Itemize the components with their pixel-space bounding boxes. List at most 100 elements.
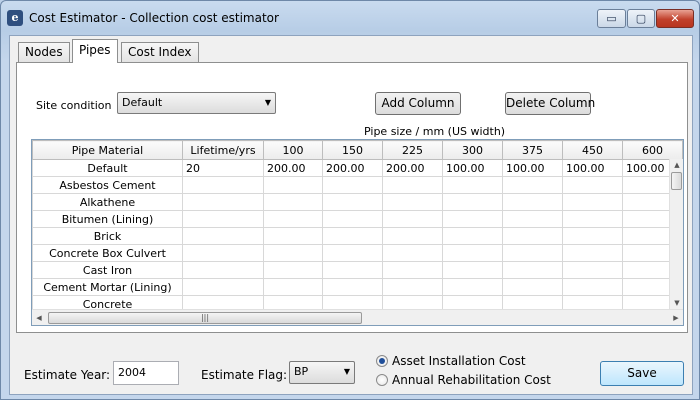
horizontal-scrollbar[interactable]: ◀ ||| ▶ (32, 309, 683, 325)
table-row: Alkathene (32, 193, 683, 211)
horizontal-scroll-thumb[interactable]: ||| (48, 312, 362, 324)
grid-cell[interactable] (502, 227, 563, 245)
delete-column-button[interactable]: Delete Column (505, 92, 595, 115)
grid-cell[interactable] (562, 193, 623, 211)
scroll-right-icon[interactable]: ▶ (669, 310, 683, 325)
grid-cell[interactable] (263, 278, 323, 296)
grid-cell[interactable] (382, 193, 443, 211)
radio-annual-rehabilitation[interactable]: Annual Rehabilitation Cost (376, 373, 551, 387)
grid-cell[interactable] (182, 176, 264, 194)
grid-cell[interactable] (382, 261, 443, 279)
grid-cell[interactable]: 100.00 (442, 159, 503, 177)
grid-cell[interactable] (382, 176, 443, 194)
column-header[interactable]: Lifetime/yrs (182, 140, 264, 160)
grid-cell[interactable] (382, 278, 443, 296)
radio-asset-installation[interactable]: Asset Installation Cost (376, 354, 526, 368)
grid-cell[interactable] (502, 193, 563, 211)
grid-cell[interactable] (442, 210, 503, 228)
column-header[interactable]: 150 (322, 140, 383, 160)
maximize-button[interactable]: ▢ (627, 9, 655, 28)
radio-asset-installation-icon[interactable] (376, 355, 388, 367)
tab-cost-index[interactable]: Cost Index (121, 42, 199, 63)
site-condition-label: Site condition (36, 99, 112, 112)
column-header[interactable]: 225 (382, 140, 443, 160)
grid-cell[interactable] (263, 261, 323, 279)
grid-cell[interactable] (442, 176, 503, 194)
grid-cell[interactable] (562, 278, 623, 296)
grid-cell[interactable] (382, 210, 443, 228)
grid-cell[interactable] (562, 227, 623, 245)
pipes-panel: Site condition Default ▼ Add Column Dele… (16, 62, 688, 333)
save-button[interactable]: Save (600, 361, 684, 386)
estimate-flag-select[interactable]: BP ▼ (289, 361, 355, 384)
add-column-button[interactable]: Add Column (375, 92, 461, 115)
table-row: Default 20 200.00 200.00 200.00 100.00 100.00 1… (32, 159, 683, 177)
grid-cell[interactable] (182, 227, 264, 245)
scroll-up-icon[interactable]: ▲ (670, 159, 683, 171)
grid-cell[interactable]: 200.00 (322, 159, 383, 177)
grid-cell[interactable] (442, 278, 503, 296)
grid-cell[interactable]: 20 (182, 159, 264, 177)
grid-cell[interactable] (442, 244, 503, 262)
cost-estimator-window: e Cost Estimator - Collection cost estim… (0, 0, 700, 400)
grid-cell[interactable] (442, 227, 503, 245)
grid-cell[interactable] (182, 261, 264, 279)
grid-cell[interactable] (263, 210, 323, 228)
grid-cell[interactable] (502, 176, 563, 194)
column-header[interactable]: 300 (442, 140, 503, 160)
grid-cell[interactable] (382, 227, 443, 245)
row-header-material: Bitumen (Lining) (32, 210, 183, 228)
tab-pipes[interactable]: Pipes (72, 39, 118, 63)
grid-cell[interactable] (182, 210, 264, 228)
vertical-scrollbar[interactable]: ▲ ▼ (669, 159, 683, 309)
grid-cell[interactable] (263, 244, 323, 262)
column-header[interactable]: 100 (263, 140, 323, 160)
grid-cell[interactable] (442, 193, 503, 211)
scroll-down-icon[interactable]: ▼ (670, 297, 683, 309)
column-header[interactable]: 600 (622, 140, 683, 160)
vertical-scroll-thumb[interactable] (671, 172, 682, 190)
grid-cell[interactable] (263, 227, 323, 245)
grid-cell[interactable] (263, 193, 323, 211)
close-button[interactable]: ✕ (656, 9, 694, 28)
minimize-button[interactable]: ▭ (597, 9, 626, 28)
grid-cell[interactable] (562, 261, 623, 279)
grid-cell[interactable] (502, 244, 563, 262)
grid-cell[interactable] (322, 261, 383, 279)
grid-cell[interactable]: 200.00 (382, 159, 443, 177)
grid-cell[interactable] (502, 278, 563, 296)
grid-cell[interactable] (502, 210, 563, 228)
grid-cell[interactable] (502, 261, 563, 279)
estimate-year-input[interactable]: 2004 (113, 361, 179, 385)
row-header-material: Concrete Box Culvert (32, 244, 183, 262)
grid-cell[interactable] (442, 261, 503, 279)
grid-cell[interactable] (562, 244, 623, 262)
column-header-pipe-material[interactable]: Pipe Material (32, 140, 183, 160)
grid-cell[interactable] (382, 244, 443, 262)
grid-cell[interactable] (182, 278, 264, 296)
tab-nodes[interactable]: Nodes (18, 42, 70, 63)
grid-cell[interactable] (182, 193, 264, 211)
grid-cell[interactable] (322, 176, 383, 194)
column-header[interactable]: 450 (562, 140, 623, 160)
grid-cell[interactable] (322, 193, 383, 211)
row-header-material: Default (32, 159, 183, 177)
grid-cell[interactable] (322, 278, 383, 296)
grid-cell[interactable] (263, 176, 323, 194)
grid-cell[interactable] (182, 244, 264, 262)
grid-cell[interactable] (562, 210, 623, 228)
site-condition-select[interactable]: Default ▼ (117, 92, 276, 114)
grid-cell[interactable] (322, 210, 383, 228)
grid-cell[interactable] (322, 244, 383, 262)
scroll-left-icon[interactable]: ◀ (32, 310, 46, 325)
column-header[interactable]: 375 (502, 140, 563, 160)
grid-cell[interactable] (562, 176, 623, 194)
grid-cell[interactable]: 100.00 (502, 159, 563, 177)
grid-cell[interactable]: 100.00 (562, 159, 623, 177)
radio-annual-rehabilitation-icon[interactable] (376, 374, 388, 386)
grid-cell[interactable]: 200.00 (263, 159, 323, 177)
grid-cell[interactable] (322, 227, 383, 245)
title-bar[interactable]: e Cost Estimator - Collection cost estim… (1, 1, 699, 35)
pipe-cost-grid[interactable]: Pipe Material Lifetime/yrs 100 150 225 300 375… (31, 139, 684, 326)
client-area: Nodes Pipes Cost Index Site condition De… (9, 35, 693, 395)
